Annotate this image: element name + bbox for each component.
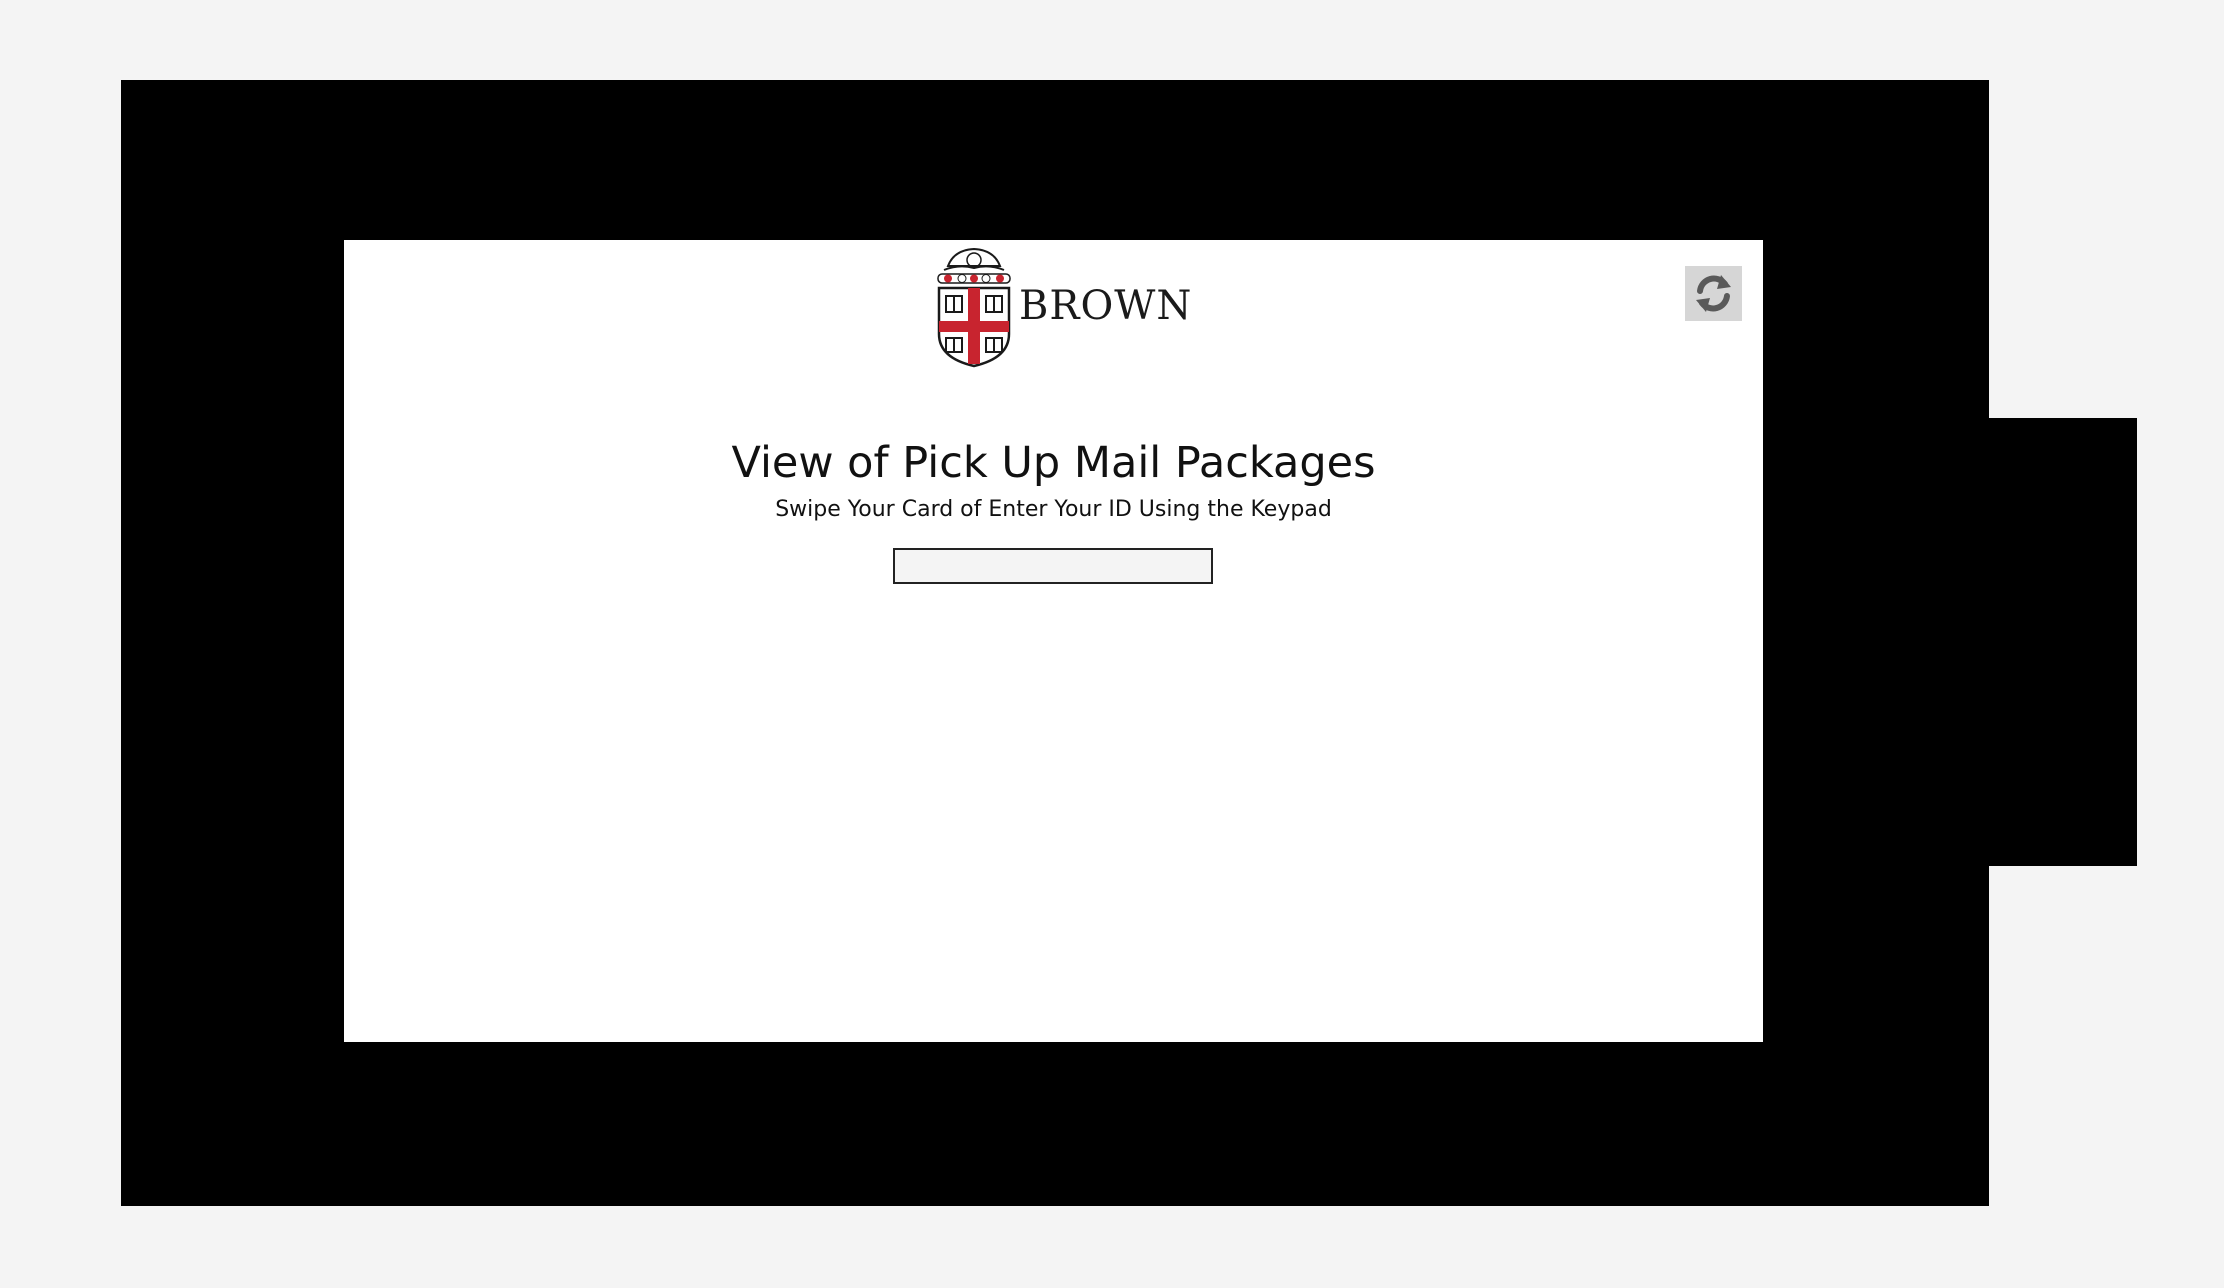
brand-name: BROWN xyxy=(1019,283,1193,329)
kiosk-screen: BROWN View of Pick Up Mail Packages Swip… xyxy=(344,240,1763,1042)
refresh-button[interactable] xyxy=(1685,266,1742,321)
refresh-icon xyxy=(1696,275,1731,312)
brown-university-shield-icon xyxy=(937,247,1011,368)
page-title: View of Pick Up Mail Packages xyxy=(731,438,1376,488)
device-side-tab xyxy=(1988,418,2137,866)
id-input[interactable] xyxy=(893,548,1213,584)
brown-logo: BROWN xyxy=(934,244,1191,370)
instruction-text: Swipe Your Card of Enter Your ID Using t… xyxy=(775,497,1332,522)
